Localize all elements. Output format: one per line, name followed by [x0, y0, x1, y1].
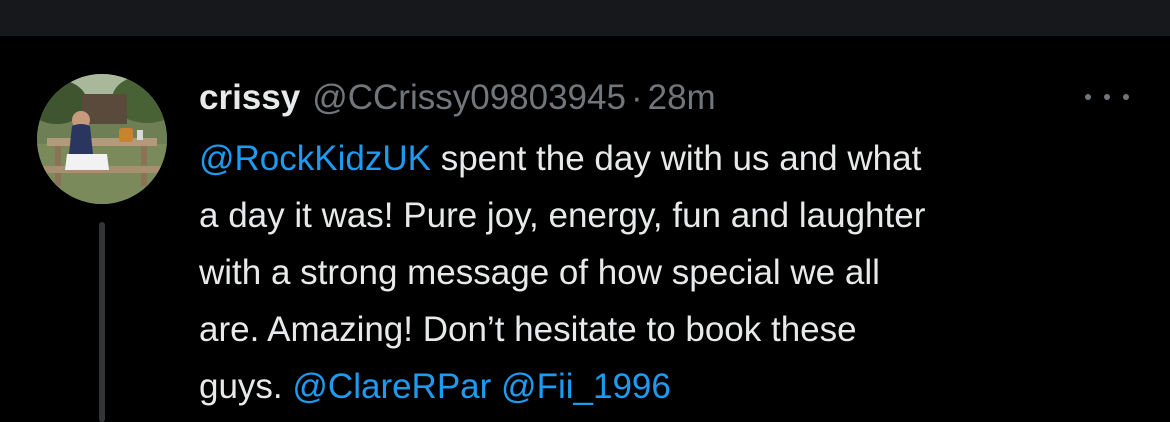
tweet-text: @RockKidzUK spent the day with us and wh…: [199, 130, 1139, 415]
thread-line: [99, 222, 105, 422]
top-bar: [0, 0, 1170, 36]
tweet-text-line: with a strong message of how special we …: [199, 253, 880, 292]
avatar-photo: [37, 74, 167, 204]
separator-dot: ·: [630, 78, 643, 117]
more-horizontal-icon[interactable]: [1085, 84, 1129, 110]
display-name[interactable]: crissy: [199, 78, 300, 118]
more-dot: [1085, 94, 1091, 100]
mention-link[interactable]: @Fii_1996: [501, 367, 671, 406]
more-dot: [1104, 94, 1110, 100]
mention-link[interactable]: @RockKidzUK: [199, 139, 431, 178]
timestamp[interactable]: 28m: [648, 78, 716, 118]
tweet-header: crissy @CCrissy09803945 · 28m: [199, 74, 716, 122]
avatar[interactable]: [37, 74, 167, 204]
user-handle[interactable]: @CCrissy09803945: [312, 78, 626, 118]
more-dot: [1123, 94, 1129, 100]
tweet-text-segment: spent the day with us and what: [430, 139, 922, 178]
tweet-card[interactable]: crissy @CCrissy09803945 · 28m @RockKidzU…: [0, 36, 1170, 422]
tweet-text-line: are. Amazing! Don’t hesitate to book the…: [199, 310, 857, 349]
mention-link[interactable]: @ClareRPar: [292, 367, 491, 406]
tweet-text-line: a day it was! Pure joy, energy, fun and …: [199, 196, 926, 235]
tweet-text-line: @RockKidzUK spent the day with us and wh…: [199, 130, 1139, 187]
tweet-text-segment: [491, 367, 501, 406]
tweet-text-line: guys. @ClareRPar @Fii_1996: [199, 358, 1139, 415]
tweet-text-segment: guys.: [199, 367, 293, 406]
